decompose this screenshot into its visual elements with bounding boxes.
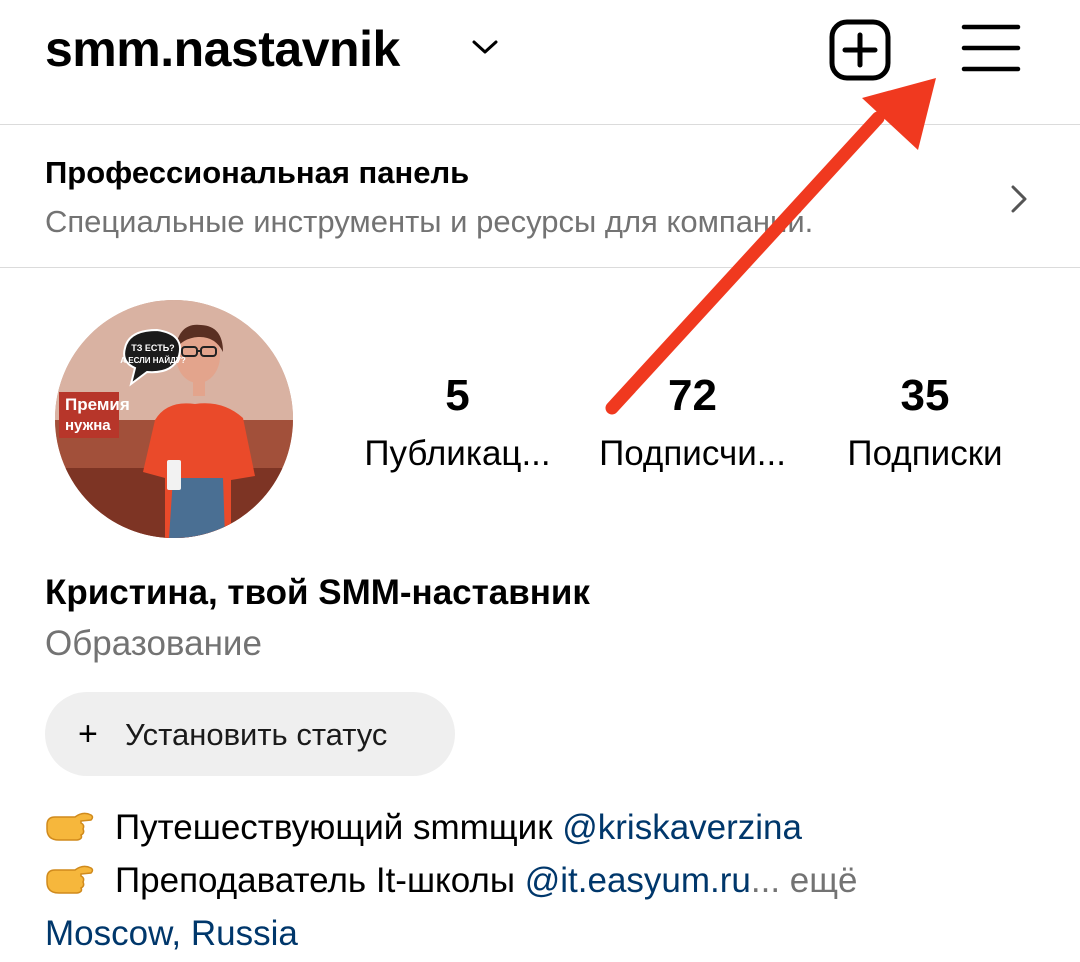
more-link[interactable]: ... ещё bbox=[751, 861, 858, 900]
dashboard-title: Профессиональная панель bbox=[45, 155, 470, 190]
set-status-label: Установить статус bbox=[125, 717, 388, 752]
posts-label: Публикац... bbox=[364, 434, 551, 473]
chevron-down-icon[interactable] bbox=[470, 36, 500, 58]
posts-value: 5 bbox=[445, 371, 470, 420]
avatar-sign-text: ТЗ ЕСТЬ? bbox=[131, 343, 174, 353]
pointing-hand-icon bbox=[46, 812, 94, 841]
profile-avatar[interactable]: Премия нужна ТЗ ЕСТЬ? А ЕСЛИ НАЙДУ? bbox=[55, 300, 293, 538]
avatar-photo: Премия нужна ТЗ ЕСТЬ? А ЕСЛИ НАЙДУ? bbox=[55, 300, 293, 538]
background-banner-text: Премия bbox=[65, 395, 130, 414]
plus-square-icon[interactable] bbox=[828, 18, 892, 82]
profile-name: Кристина, твой SMM-наставник bbox=[45, 573, 590, 612]
bio-line: Путешествующий smmщик @kriskaverzina bbox=[45, 806, 802, 850]
following-value: 35 bbox=[900, 371, 950, 420]
profile-header: smm.nastavnik bbox=[0, 0, 1080, 124]
username-title[interactable]: smm.nastavnik bbox=[45, 20, 400, 78]
following-label: Подписки bbox=[847, 434, 1003, 473]
bio-line: Преподаватель It-школы @it.easyum.ru... … bbox=[45, 859, 858, 903]
plus-icon: + bbox=[78, 715, 98, 753]
bio-text: Преподаватель It-школы bbox=[115, 861, 525, 900]
svg-text:А ЕСЛИ НАЙДУ?: А ЕСЛИ НАЙДУ? bbox=[120, 356, 186, 365]
mention-link[interactable]: @it.easyum.ru bbox=[525, 861, 751, 900]
svg-text:нужна: нужна bbox=[65, 417, 111, 434]
divider bbox=[0, 267, 1080, 268]
set-status-button[interactable]: + Установить статус bbox=[45, 692, 455, 776]
pointing-hand-icon bbox=[46, 865, 94, 894]
hamburger-menu-icon[interactable] bbox=[960, 20, 1022, 76]
mention-link[interactable]: @kriskaverzina bbox=[562, 808, 802, 847]
professional-dashboard[interactable]: Профессиональная панель Специальные инст… bbox=[0, 125, 1080, 267]
location-link[interactable]: Moscow, Russia bbox=[45, 912, 298, 956]
bio-text: Путешествующий smmщик bbox=[115, 808, 563, 847]
following-count[interactable]: 35 Подписки bbox=[830, 370, 1020, 476]
followers-label: Подписчи... bbox=[599, 434, 786, 473]
followers-count[interactable]: 72 Подписчи... bbox=[585, 370, 800, 476]
followers-value: 72 bbox=[668, 371, 717, 420]
posts-count[interactable]: 5 Публикац... bbox=[355, 370, 560, 476]
dashboard-subtitle: Специальные инструменты и ресурсы для ко… bbox=[45, 204, 814, 239]
profile-category: Образование bbox=[45, 624, 262, 663]
chevron-right-icon bbox=[1011, 185, 1027, 213]
